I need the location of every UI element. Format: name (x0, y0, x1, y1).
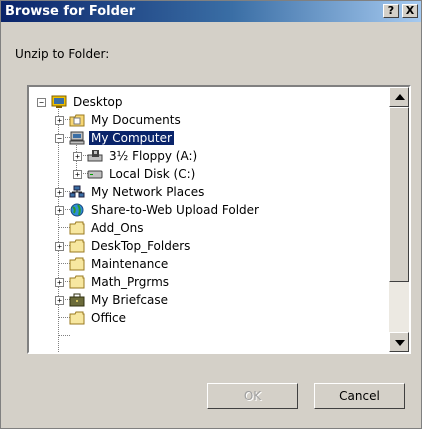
tree-item-maintenance[interactable]: Maintenance (69, 255, 170, 273)
folder-tree-viewport: − Desktop + My Documents − My Computer +… (29, 87, 389, 352)
tree-item-label: Share-to-Web Upload Folder (91, 203, 259, 217)
tree-item-desktop-folders[interactable]: + DeskTop_Folders (55, 237, 192, 255)
tree-item-my-documents[interactable]: + My Documents (55, 111, 183, 129)
hard-disk-icon (87, 170, 103, 179)
tree-item-my-network-places[interactable]: + My Network Places (55, 183, 206, 201)
scroll-down-button[interactable] (389, 332, 409, 352)
tree-item-local-disk[interactable]: + Local Disk (C:) (73, 165, 197, 183)
expand-toggle[interactable]: + (55, 296, 64, 305)
help-button[interactable]: ? (383, 4, 399, 18)
arrow-down-icon (395, 340, 405, 346)
tree-item-floppy[interactable]: + 3½ Floppy (A:) (73, 147, 199, 165)
tree-item-add-ons[interactable]: Add_Ons (69, 219, 146, 237)
folder-icon (69, 239, 85, 253)
tree-item-office[interactable]: Office (69, 309, 128, 327)
folder-icon (69, 311, 85, 325)
tree-item-label: Desktop (73, 95, 123, 109)
folder-icon (69, 275, 85, 289)
browse-for-folder-dialog: Browse for Folder ? X Unzip to Folder: −… (0, 0, 422, 429)
prompt-label: Unzip to Folder: (15, 47, 110, 61)
tree-item-desktop[interactable]: − Desktop (37, 93, 125, 111)
close-button[interactable]: X (402, 4, 418, 18)
tree-item-label: My Briefcase (91, 293, 168, 307)
tree-item-label: My Computer (88, 130, 175, 146)
web-folder-icon (70, 203, 84, 217)
folder-icon (69, 221, 85, 235)
tree-item-label: Add_Ons (91, 221, 144, 235)
collapse-toggle[interactable]: − (37, 98, 46, 107)
collapse-toggle[interactable]: − (55, 134, 64, 143)
floppy-drive-icon (87, 150, 103, 162)
tree-item-my-computer[interactable]: − My Computer (55, 129, 175, 147)
tree-item-label: Math_Prgrms (91, 275, 170, 289)
expand-toggle[interactable]: + (73, 170, 82, 179)
my-computer-icon (69, 131, 85, 145)
desktop-icon (51, 95, 67, 108)
tree-item-math-prgrms[interactable]: + Math_Prgrms (55, 273, 171, 291)
ok-button[interactable]: OK (207, 383, 298, 409)
expand-toggle[interactable]: + (55, 206, 64, 215)
expand-toggle[interactable]: + (55, 242, 64, 251)
expand-toggle[interactable]: + (73, 152, 82, 161)
tree-item-label: Office (91, 311, 127, 325)
my-documents-icon (69, 114, 85, 127)
expand-toggle[interactable]: + (55, 278, 64, 287)
expand-toggle[interactable]: + (55, 188, 64, 197)
vertical-scrollbar[interactable] (389, 87, 409, 352)
arrow-up-icon (395, 94, 405, 100)
cancel-button[interactable]: Cancel (314, 383, 405, 409)
tree-item-label: My Network Places (91, 185, 205, 199)
tree-item-label: My Documents (91, 113, 181, 127)
folder-icon (69, 257, 85, 271)
tree-item-share-to-web[interactable]: + Share-to-Web Upload Folder (55, 201, 261, 219)
folder-tree[interactable]: − Desktop + My Documents − My Computer +… (27, 85, 411, 354)
tree-item-label: Maintenance (91, 257, 169, 271)
tree-item-label: 3½ Floppy (A:) (109, 149, 198, 163)
scroll-up-button[interactable] (389, 87, 409, 107)
expand-toggle[interactable]: + (55, 116, 64, 125)
title-bar[interactable]: Browse for Folder ? X (1, 1, 421, 22)
tree-item-my-briefcase[interactable]: + My Briefcase (55, 291, 170, 309)
briefcase-icon (69, 293, 85, 307)
tree-item-label: DeskTop_Folders (91, 239, 191, 253)
scroll-thumb[interactable] (389, 107, 409, 282)
tree-item-label: Local Disk (C:) (109, 167, 196, 181)
network-places-icon (69, 185, 85, 198)
window-title: Browse for Folder (5, 4, 136, 19)
